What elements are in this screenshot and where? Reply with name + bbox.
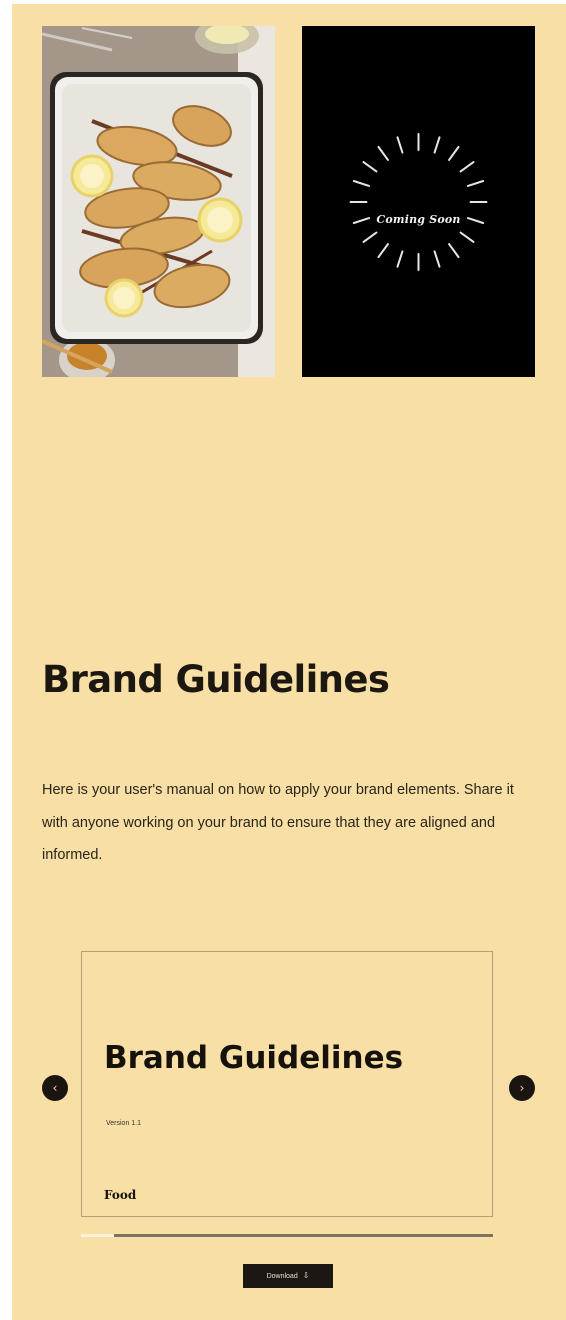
carousel-progress-bar[interactable] — [81, 1234, 493, 1237]
food-photo — [42, 26, 275, 377]
carousel-prev-button[interactable]: ‹ — [42, 1075, 68, 1101]
loader-tick — [433, 136, 441, 154]
loader-tick — [459, 161, 475, 173]
page-background: Coming Soon Brand Guidelines Here is you… — [12, 4, 566, 1320]
coming-soon-label: Coming Soon — [376, 213, 461, 226]
loader-tick — [377, 243, 389, 259]
download-icon: ⇩ — [302, 1271, 310, 1280]
carousel-next-button[interactable]: › — [509, 1075, 535, 1101]
slide-version: Version 1.1 — [106, 1120, 142, 1127]
loader-tick — [377, 145, 389, 161]
slide-title: Brand Guidelines — [104, 1040, 404, 1076]
loader-tick — [448, 243, 460, 259]
chevron-right-icon: › — [519, 1081, 525, 1095]
intro-paragraph: Here is your user's manual on how to app… — [42, 782, 514, 863]
loading-spinner-icon — [349, 133, 488, 271]
loader-tick — [459, 231, 475, 243]
loader-tick — [433, 250, 441, 268]
download-button-label: Download — [266, 1273, 298, 1280]
loader-tick — [362, 231, 378, 243]
roasted-pears-photo — [42, 26, 275, 377]
carousel-slide[interactable]: Brand Guidelines Version 1.1 Food — [81, 951, 493, 1217]
download-button[interactable]: Download ⇩ — [243, 1264, 333, 1288]
loader-tick — [352, 179, 371, 187]
page-title: Brand Guidelines — [42, 658, 390, 701]
chevron-left-icon: ‹ — [52, 1081, 58, 1095]
carousel-progress-fill — [81, 1234, 114, 1237]
loader-tick — [396, 136, 404, 154]
loader-tick — [362, 161, 378, 173]
loader-tick — [466, 179, 485, 187]
loader-tick — [448, 145, 460, 161]
slide-category: Food — [104, 1188, 137, 1202]
coming-soon-tile: Coming Soon — [302, 26, 535, 377]
loader-tick — [396, 250, 404, 268]
